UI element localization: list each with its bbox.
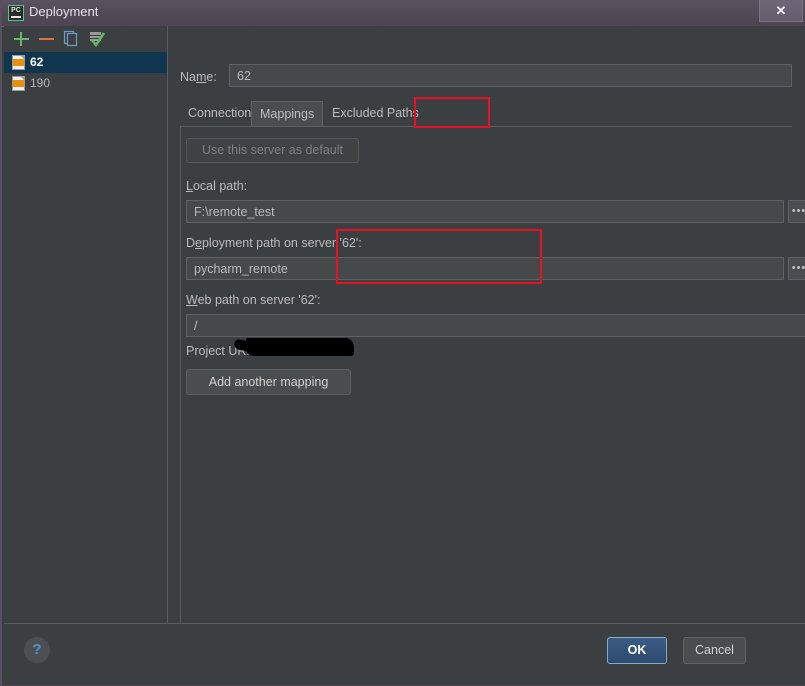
server-toolbar bbox=[4, 26, 167, 52]
help-icon[interactable]: ? bbox=[24, 637, 50, 663]
server-name-label: 62 bbox=[30, 55, 44, 69]
tab-divider bbox=[180, 126, 792, 127]
local-path-label: Local path: bbox=[186, 179, 248, 193]
minus-icon[interactable] bbox=[37, 30, 57, 48]
name-input[interactable] bbox=[229, 64, 792, 87]
local-path-input[interactable] bbox=[186, 200, 784, 223]
server-name-label: 190 bbox=[30, 76, 51, 90]
window-title: Deployment bbox=[29, 4, 99, 19]
settings-tabs: Connection Mappings Excluded Paths bbox=[180, 101, 792, 126]
tab-connection[interactable]: Connection bbox=[180, 101, 259, 126]
deployment-path-browse-button[interactable]: ••• bbox=[788, 257, 805, 280]
checkmark-icon[interactable] bbox=[87, 30, 107, 48]
deployment-path-label: Deployment path on server '62': bbox=[186, 236, 362, 250]
server-settings-panel: Name: Connection Mappings Excluded Paths… bbox=[168, 26, 805, 623]
web-path-input[interactable] bbox=[186, 314, 805, 337]
title-bar: PC Deployment ✕ bbox=[2, 0, 805, 27]
sftp-icon bbox=[12, 55, 25, 70]
pycharm-logo-icon: PC bbox=[8, 5, 24, 21]
ok-button[interactable]: OK bbox=[607, 637, 667, 664]
deployment-dialog-window: PC Deployment ✕ 62 190 Name: 62 Connecti… bbox=[0, 0, 805, 686]
web-path-label: Web path on server '62': bbox=[186, 293, 321, 307]
server-list[interactable]: 62 190 bbox=[4, 52, 167, 623]
cancel-button[interactable]: Cancel bbox=[683, 637, 746, 664]
tab-panel-edge bbox=[180, 126, 181, 623]
name-label: Name: bbox=[180, 70, 217, 84]
sftp-icon bbox=[12, 76, 25, 91]
add-another-mapping-button[interactable]: Add another mapping bbox=[186, 369, 351, 395]
use-this-server-as-default-button[interactable]: Use this server as default bbox=[186, 138, 359, 163]
tab-excluded-paths[interactable]: Excluded Paths bbox=[324, 101, 427, 126]
server-list-item-62[interactable]: 62 bbox=[4, 52, 167, 73]
dialog-body: 62 190 Name: Connection Mappings Exclude… bbox=[4, 26, 805, 623]
project-url-redaction-mark bbox=[246, 338, 354, 356]
server-list-panel: 62 190 bbox=[4, 26, 168, 623]
close-icon[interactable]: ✕ bbox=[759, 0, 803, 22]
deployment-path-input[interactable] bbox=[186, 257, 784, 280]
copy-icon[interactable] bbox=[62, 30, 82, 48]
local-path-browse-button[interactable]: ••• bbox=[788, 200, 805, 223]
dialog-footer: ? OK Cancel bbox=[4, 624, 805, 685]
plus-icon[interactable] bbox=[12, 30, 32, 48]
server-list-item-190[interactable]: 190 bbox=[4, 73, 167, 94]
tab-mappings[interactable]: Mappings bbox=[251, 101, 324, 126]
